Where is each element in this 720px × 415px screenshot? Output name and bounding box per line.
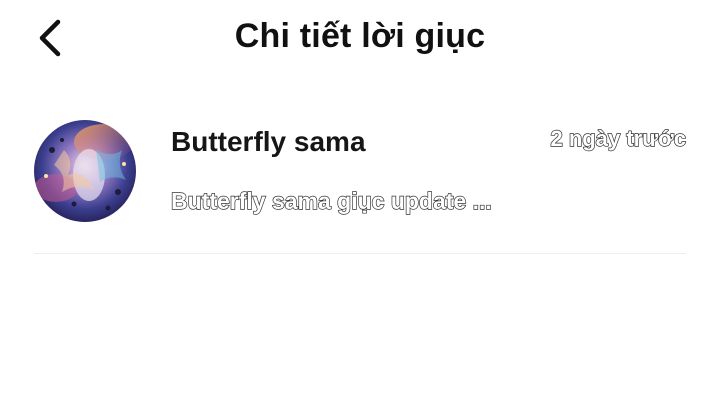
avatar-image	[34, 120, 136, 222]
list-item[interactable]: Butterfly sama 2 ngày trước Butterfly sa…	[34, 118, 687, 224]
timestamp: 2 ngày trước	[550, 125, 687, 151]
divider	[34, 253, 686, 254]
sender-name: Butterfly sama	[171, 126, 366, 157]
header: Chi tiết lời giục	[0, 0, 720, 82]
urge-detail-screen: Chi tiết lời giục Butterfly sama 2 ngày …	[0, 0, 720, 415]
message-preview: Butterfly sama giục update ...	[170, 187, 492, 214]
page-title: Chi tiết lời giục	[234, 17, 486, 55]
avatar[interactable]	[34, 120, 136, 222]
